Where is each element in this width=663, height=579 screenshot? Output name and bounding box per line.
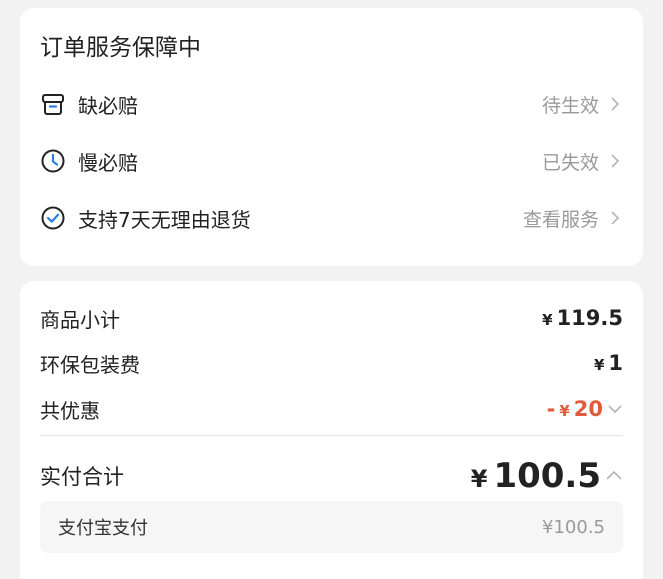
subtotal-amount: 119.5 <box>556 306 623 330</box>
service-title: 订单服务保障中 <box>40 35 201 61</box>
chevron-up-icon[interactable] <box>605 467 623 485</box>
total-row: 实付合计 ¥100.5 <box>40 453 623 499</box>
service-item-label: 缺必赔 <box>78 93 138 118</box>
service-item-status: 已失效 <box>541 151 599 174</box>
divider <box>40 435 623 436</box>
service-item-label: 慢必赔 <box>78 150 138 175</box>
discount-value: - ¥20 <box>547 397 603 421</box>
check-circle-icon <box>40 205 66 231</box>
currency-symbol: ¥ <box>542 311 553 329</box>
packaging-fee-label: 环保包装费 <box>40 352 140 377</box>
packaging-fee-row: 环保包装费 ¥1 <box>40 348 623 378</box>
chevron-down-icon <box>607 401 623 417</box>
total-amount: 100.5 <box>493 456 601 496</box>
service-item-7day-return[interactable]: 支持7天无理由退货 查看服务 <box>40 202 623 234</box>
service-guarantee-card: 订单服务保障中 缺必赔 待生效 慢必赔 已失效 支持7天无理由退货 查看服务 <box>20 8 643 266</box>
discount-prefix: - <box>546 397 556 421</box>
total-value: ¥100.5 <box>471 456 601 496</box>
total-label: 实付合计 <box>40 465 124 489</box>
clock-icon <box>40 148 66 174</box>
payment-method-row: 支付宝支付 ¥100.5 <box>40 501 623 553</box>
payment-method-label: 支付宝支付 <box>58 518 148 539</box>
chevron-right-icon <box>607 210 623 226</box>
service-item-late-compensation[interactable]: 慢必赔 已失效 <box>40 145 623 177</box>
discount-label: 共优惠 <box>40 398 100 423</box>
currency-symbol: ¥ <box>559 402 570 420</box>
subtotal-value: ¥119.5 <box>542 306 623 330</box>
discount-amount: 20 <box>573 397 603 421</box>
service-item-label: 支持7天无理由退货 <box>78 207 251 232</box>
subtotal-row: 商品小计 ¥119.5 <box>40 303 623 333</box>
chevron-right-icon <box>607 153 623 169</box>
discount-row[interactable]: 共优惠 - ¥20 <box>40 394 623 424</box>
currency-symbol: ¥ <box>470 465 488 493</box>
subtotal-label: 商品小计 <box>40 307 120 332</box>
packaging-fee-value: ¥1 <box>594 351 623 375</box>
chevron-right-icon <box>607 96 623 112</box>
price-summary-card: 商品小计 ¥119.5 环保包装费 ¥1 共优惠 - ¥20 实付合计 ¥100.… <box>20 281 643 579</box>
service-item-status: 待生效 <box>541 94 599 117</box>
currency-symbol: ¥ <box>593 356 605 374</box>
service-item-status: 查看服务 <box>522 208 599 231</box>
payment-amount: ¥100.5 <box>542 516 605 538</box>
service-item-missing-compensation[interactable]: 缺必赔 待生效 <box>40 88 623 120</box>
box-icon <box>40 91 66 117</box>
packaging-fee-amount: 1 <box>608 351 623 375</box>
